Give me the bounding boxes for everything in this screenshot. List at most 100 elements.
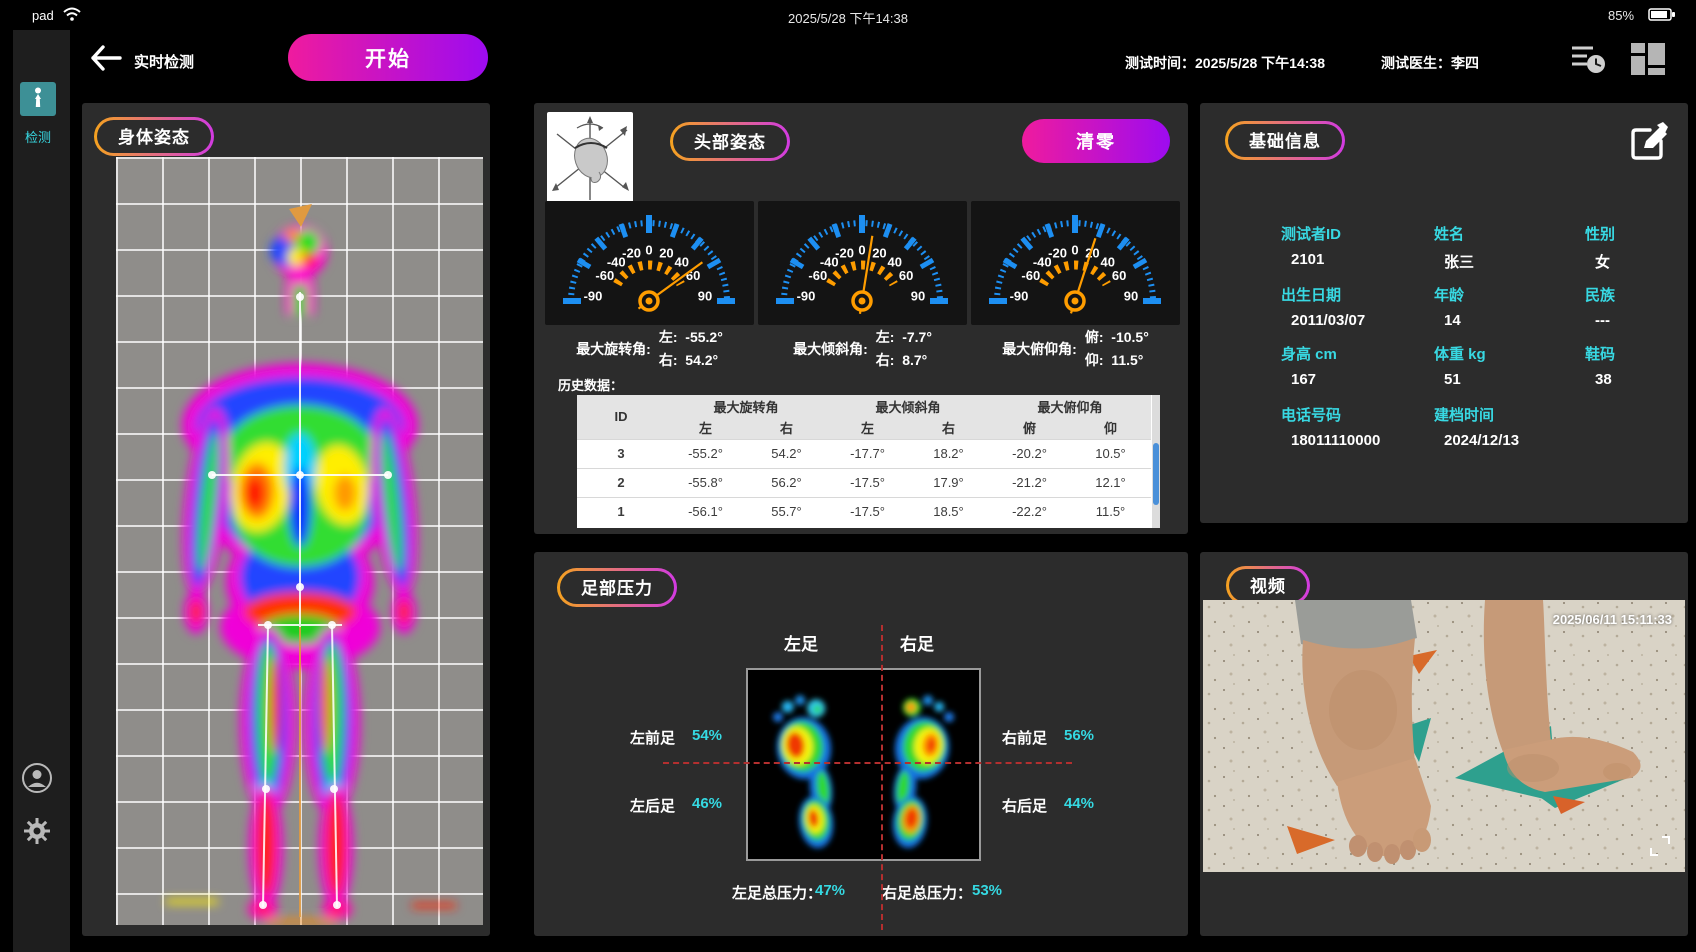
info-label-8: 鞋码 <box>1585 343 1615 364</box>
info-label-10: 建档时间 <box>1434 404 1494 425</box>
total-pressure-value-1: 53% <box>972 882 1002 899</box>
svg-text:60: 60 <box>1112 268 1126 283</box>
device-label: pad <box>32 8 54 23</box>
total-pressure-value-0: 47% <box>815 882 845 899</box>
foot-pressure-panel: 足部压力 左足 右足 <box>534 552 1188 936</box>
svg-text:-90: -90 <box>1010 289 1029 304</box>
info-label-1: 姓名 <box>1434 223 1464 244</box>
svg-text:-60: -60 <box>808 268 827 283</box>
body-thermal-image <box>116 157 483 925</box>
svg-text:20: 20 <box>872 246 886 261</box>
info-value-6: 167 <box>1291 371 1316 388</box>
quad-label-3: 右后足 <box>1002 795 1047 816</box>
avatar-icon[interactable] <box>21 762 53 799</box>
quad-label-0: 左前足 <box>630 727 675 748</box>
video-title: 视频 <box>1229 569 1307 602</box>
svg-text:90: 90 <box>911 289 925 304</box>
svg-text:0: 0 <box>1071 243 1078 258</box>
history-data-label: 历史数据： <box>558 375 623 394</box>
info-label-7: 体重 kg <box>1434 343 1486 364</box>
test-time-label: 测试时间：2025/5/28 下午14:38 <box>1125 53 1325 73</box>
right-foot-header: 右足 <box>900 630 934 655</box>
svg-text:-20: -20 <box>622 246 641 261</box>
info-value-4: 14 <box>1444 312 1461 329</box>
quad-value-2: 46% <box>692 795 722 812</box>
table-scrollbar-thumb[interactable] <box>1153 443 1159 505</box>
info-value-10: 2024/12/13 <box>1444 432 1519 449</box>
info-value-7: 51 <box>1444 371 1461 388</box>
sidebar-detect-label: 检测 <box>13 127 63 146</box>
info-value-0: 2101 <box>1291 251 1324 268</box>
quad-value-3: 44% <box>1064 795 1094 812</box>
edit-icon[interactable] <box>1627 121 1669 168</box>
svg-text:0: 0 <box>858 243 865 258</box>
info-value-2: 女 <box>1595 251 1610 272</box>
svg-text:-90: -90 <box>797 289 816 304</box>
layout-grid-icon[interactable] <box>1630 42 1666 81</box>
sidebar: 检测 <box>13 30 70 952</box>
info-label-3: 出生日期 <box>1281 284 1341 305</box>
quad-value-0: 54% <box>692 727 722 744</box>
quad-value-1: 56% <box>1064 727 1094 744</box>
svg-text:20: 20 <box>659 246 673 261</box>
start-button[interactable]: 开始 <box>288 34 488 81</box>
history-table: ID最大旋转角最大倾斜角最大俯仰角左右左右俯仰3-55.2°54.2°-17.7… <box>577 395 1160 528</box>
basic-info-title: 基础信息 <box>1228 124 1342 157</box>
info-label-6: 身高 cm <box>1281 343 1337 364</box>
info-value-1: 张三 <box>1444 251 1474 272</box>
head-posture-title: 头部姿态 <box>673 125 787 158</box>
svg-text:60: 60 <box>899 268 913 283</box>
svg-text:-60: -60 <box>595 268 614 283</box>
body-posture-pill: 身体姿态 <box>94 117 214 156</box>
quad-label-2: 左后足 <box>630 795 675 816</box>
sidebar-item-detect[interactable] <box>20 82 56 116</box>
gauge-2: -90-60-40-20020406090 <box>971 201 1180 325</box>
info-label-0: 测试者ID <box>1281 223 1341 244</box>
gauge-metric-2: 最大俯仰角: 俯: -10.5° 仰: 11.5° <box>971 327 1180 370</box>
info-value-5: --- <box>1595 312 1610 329</box>
person-icon <box>29 86 47 113</box>
foot-pressure-title: 足部压力 <box>560 571 674 604</box>
svg-text:-20: -20 <box>1048 246 1067 261</box>
crosshair-horizontal-line <box>663 762 1072 764</box>
battery-icon <box>1648 8 1676 27</box>
gauge-metric-1: 最大倾斜角: 左: -7.7° 右: 8.7° <box>758 327 967 370</box>
page-title: 实时检测 <box>134 51 194 72</box>
test-doctor-label: 测试医生：李四 <box>1381 53 1479 73</box>
svg-text:90: 90 <box>698 289 712 304</box>
video-frame: 2025/06/11 15:11:33 <box>1203 600 1685 872</box>
table-row: 1-56.1°55.7°-17.5°18.5°-22.2°11.5° <box>577 497 1151 526</box>
history-report-icon[interactable] <box>1571 44 1607 81</box>
back-button[interactable] <box>90 45 122 76</box>
head-posture-panel: 头部姿态 清零 -90-60-40-20020406090-90-60-40-2… <box>534 103 1188 534</box>
info-value-8: 38 <box>1595 371 1612 388</box>
head-axes-image <box>547 112 633 206</box>
body-posture-title: 身体姿态 <box>97 120 211 153</box>
left-foot-header: 左足 <box>784 630 818 655</box>
info-label-2: 性别 <box>1585 223 1615 244</box>
gauge-metric-0: 最大旋转角: 左: -55.2° 右: 54.2° <box>545 327 754 370</box>
total-pressure-label-0: 左足总压力： <box>732 882 822 903</box>
expand-icon[interactable] <box>1649 835 1671 862</box>
gauge-1: -90-60-40-20020406090 <box>758 201 967 325</box>
video-timestamp: 2025/06/11 15:11:33 <box>1553 612 1672 627</box>
video-panel: 视频 <box>1200 552 1688 936</box>
svg-text:90: 90 <box>1124 289 1138 304</box>
quad-label-1: 右前足 <box>1002 727 1047 748</box>
info-value-3: 2011/03/07 <box>1291 312 1365 329</box>
basic-info-panel: 基础信息 测试者ID 2101 姓名张三 性别女出生日期 2011/03/07 年龄 14 民… <box>1200 103 1688 523</box>
head-posture-pill: 头部姿态 <box>670 122 790 161</box>
table-row: 3-55.2°54.2°-17.7°18.2°-20.2°10.5° <box>577 439 1151 468</box>
battery-percent: 85% <box>1608 8 1634 23</box>
body-posture-panel: 身体姿态 <box>82 103 490 936</box>
status-bar: pad 2025/5/28 下午14:38 85% <box>0 0 1696 30</box>
wifi-icon <box>62 6 82 27</box>
foot-pressure-pill: 足部压力 <box>557 568 677 607</box>
total-pressure-label-1: 右足总压力： <box>882 882 972 903</box>
gauges-row: -90-60-40-20020406090-90-60-40-200204060… <box>545 201 1180 325</box>
info-label-5: 民族 <box>1585 284 1615 305</box>
info-label-4: 年龄 <box>1434 284 1464 305</box>
gear-icon[interactable] <box>22 816 52 851</box>
reset-button[interactable]: 清零 <box>1022 119 1170 163</box>
basic-info-pill: 基础信息 <box>1225 121 1345 160</box>
